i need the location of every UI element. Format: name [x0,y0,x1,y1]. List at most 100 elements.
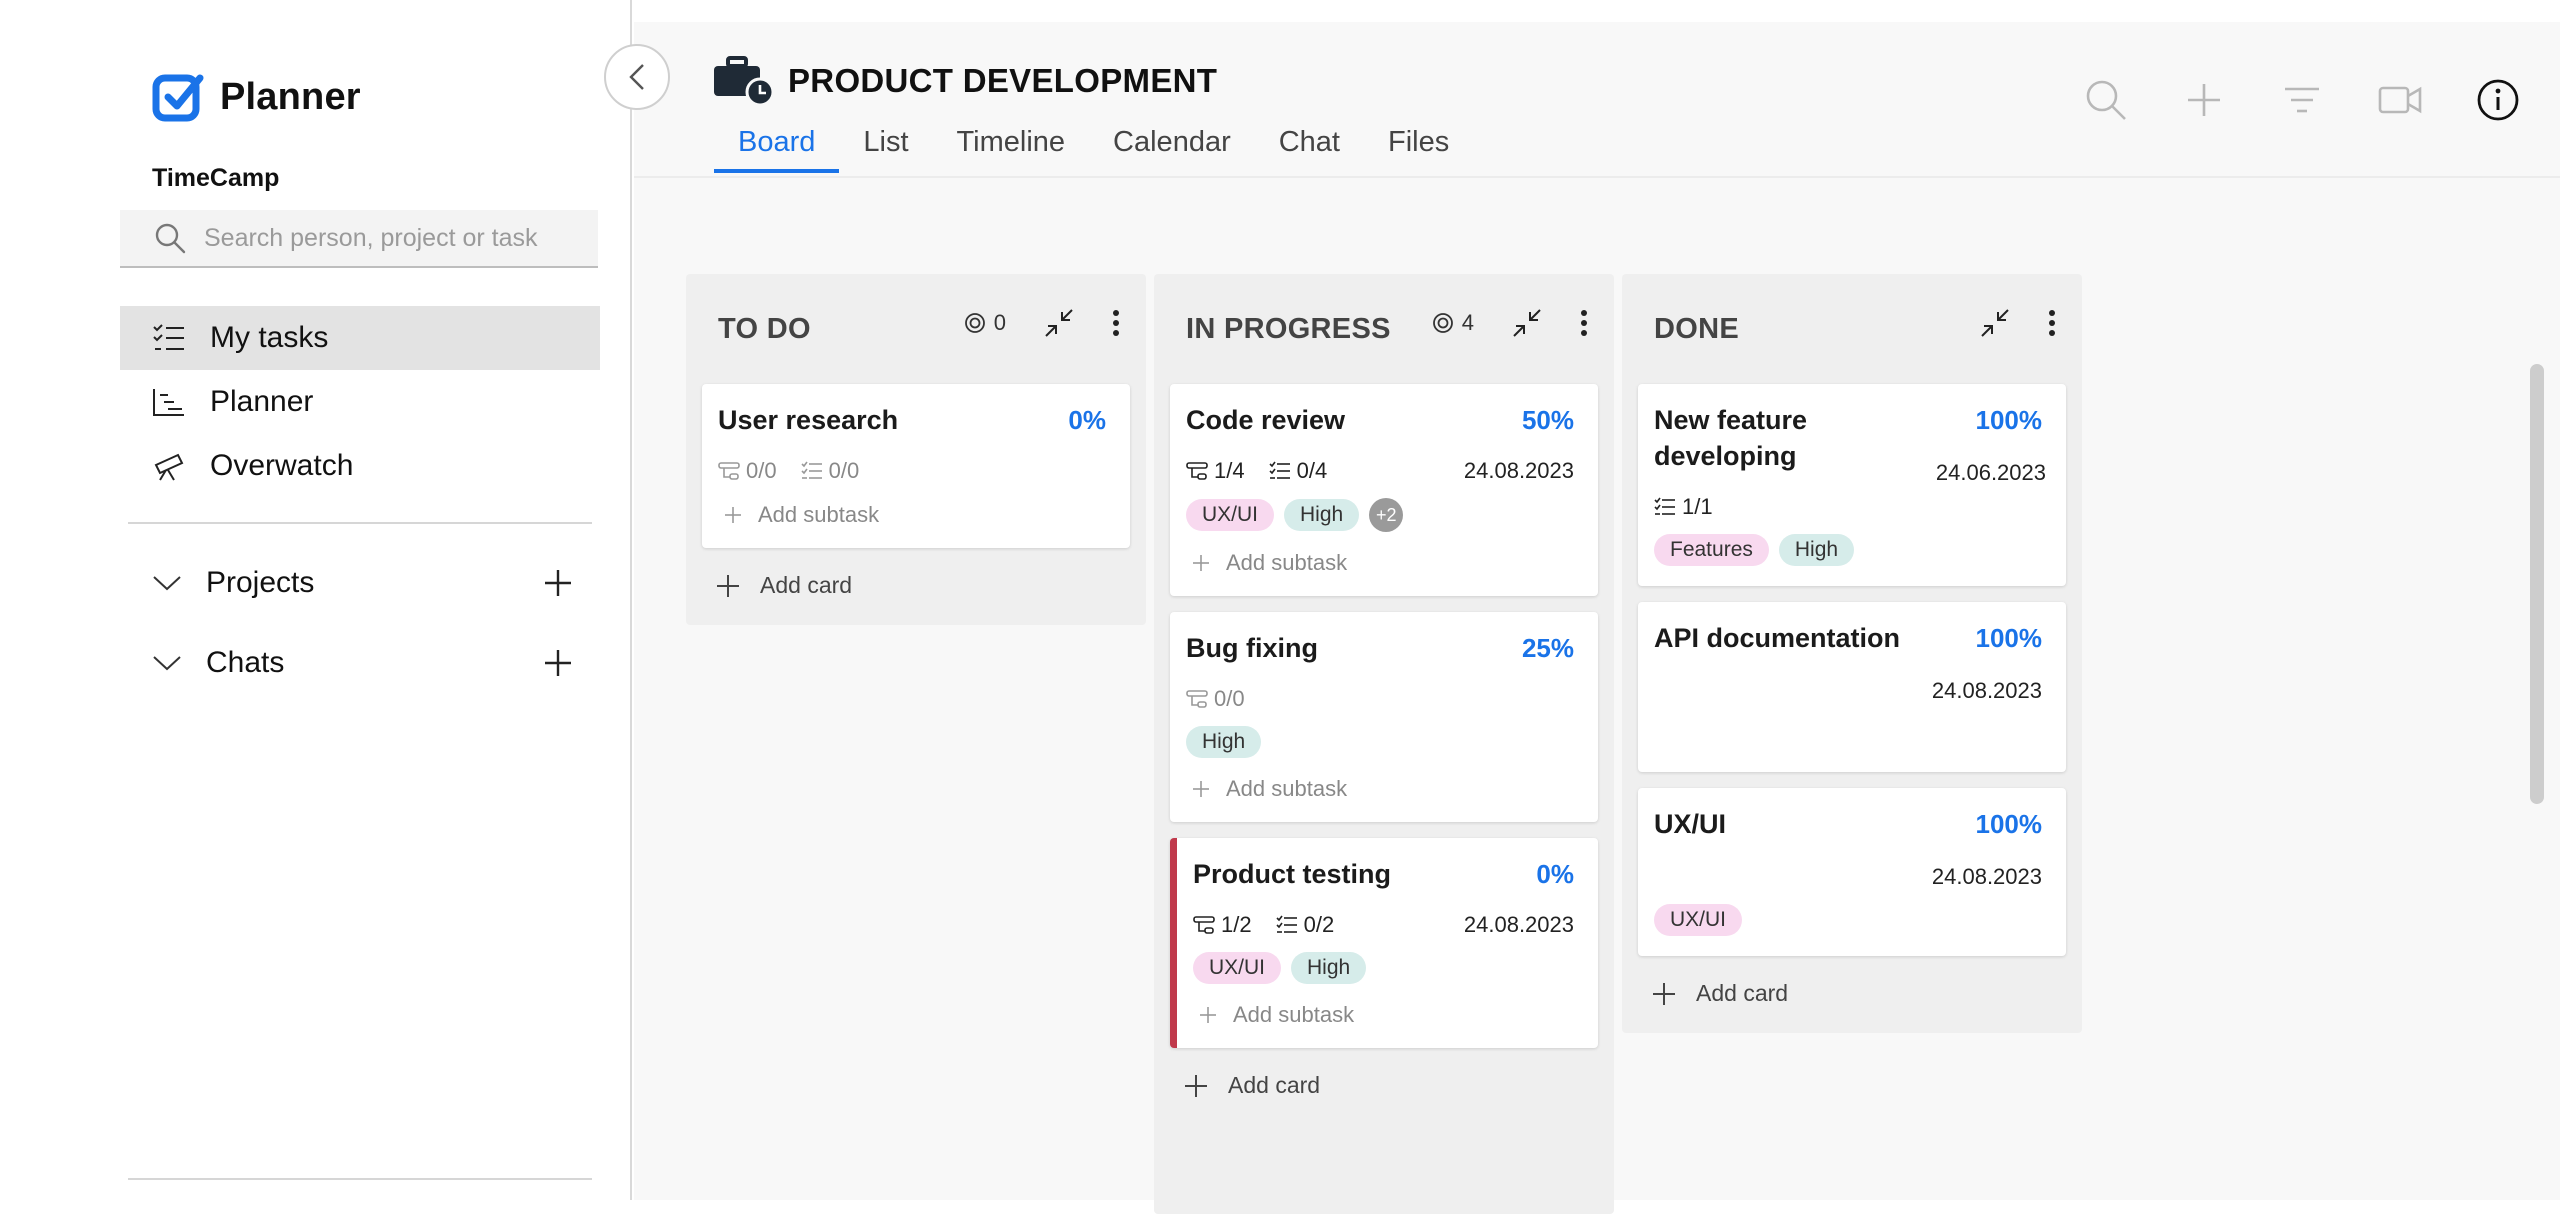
tag-ux-ui: UX/UI [1186,499,1275,531]
column-title: IN PROGRESS [1186,312,1391,345]
checklist-value: 0/0 [828,458,860,483]
plus-icon [1653,982,1675,1005]
filter-button[interactable] [2280,78,2324,122]
column-in-progress: IN PROGRESS 4 Code review 50% 1/4 0/4 24… [1154,274,1614,1214]
more-vertical-icon[interactable] [1112,309,1120,337]
sidebar-item-my-tasks[interactable]: My tasks [120,306,600,370]
checklist-counter: 0/2 [1276,912,1335,938]
sidebar-item-label: Planner [210,385,314,418]
task-card[interactable]: Code review 50% 1/4 0/4 24.08.2023 UX/UI… [1170,384,1598,596]
sidebar-bottom-divider [128,1178,592,1180]
plus-icon [2188,84,2220,116]
search-input[interactable] [204,223,584,253]
add-card-label: Add card [760,572,853,598]
chevron-down-icon[interactable] [152,573,182,593]
project-title-text: PRODUCT DEVELOPMENT [788,62,1218,99]
card-progress: 0% [1536,859,1574,889]
info-button[interactable] [2476,78,2520,122]
add-project-icon[interactable] [544,569,572,597]
search-button[interactable] [2084,78,2128,122]
add-subtask-button[interactable]: Add subtask [1193,1002,1574,1028]
add-card-button[interactable]: Add card [686,564,1146,625]
card-title: UX/UI [1654,809,1727,839]
card-title: Code review [1186,405,1346,435]
subtasks-counter: 1/2 [1193,912,1252,938]
target-icon [964,313,985,333]
tag-list: UX/UI [1654,904,2042,936]
subtasks-icon [1186,462,1208,480]
tab-calendar[interactable]: Calendar [1089,126,1255,173]
tab-list[interactable]: List [839,126,932,173]
card-title: Product testing [1193,859,1392,889]
app-logo[interactable]: Planner [152,70,361,124]
checklist-icon [801,461,822,479]
more-vertical-icon[interactable] [1580,309,1588,337]
tab-timeline[interactable]: Timeline [933,126,1090,173]
sidebar-item-overwatch[interactable]: Overwatch [120,434,600,498]
task-card[interactable]: Bug fixing 25% 0/0 High Add subtask [1170,612,1598,822]
task-card[interactable]: Product testing 0% 1/2 0/2 24.08.2023 UX… [1170,838,1598,1048]
sidebar: Planner TimeCamp My tasks [0,0,632,1200]
add-subtask-label: Add subtask [1226,550,1348,575]
tag-high: High [1778,534,1855,566]
add-subtask-button[interactable]: Add subtask [1186,776,1574,802]
chevron-down-icon[interactable] [152,653,182,673]
add-subtask-button[interactable]: Add subtask [718,502,1106,528]
sidebar-nav: My tasks Planner Overwatch [120,306,600,498]
vertical-scrollbar[interactable] [2530,364,2544,804]
add-subtask-button[interactable]: Add subtask [1186,550,1574,576]
tab-files[interactable]: Files [1364,126,1473,173]
tab-board[interactable]: Board [714,126,840,173]
search-icon [155,223,186,254]
video-icon [2378,86,2422,114]
subtasks-icon [1186,690,1208,708]
plus-icon [1193,781,1209,797]
column-header: IN PROGRESS 4 [1154,274,1614,384]
add-chat-icon[interactable] [544,649,572,677]
sidebar-item-label: Overwatch [210,449,354,482]
workspace-name[interactable]: TimeCamp [152,164,279,193]
collapse-column-icon[interactable] [1512,308,1542,338]
tag-high: High [1284,499,1360,531]
card-progress: 0% [1068,405,1106,435]
task-card[interactable]: API documentation 100% 24.08.2023 [1638,602,2066,772]
tag-high: High [1291,952,1367,984]
card-title: New feature developing [1654,405,1808,471]
chats-section[interactable]: Chats [152,646,572,680]
collapse-column-icon[interactable] [1044,308,1074,338]
checklist-counter: 1/1 [1654,494,1713,520]
card-progress: 100% [1975,809,2043,839]
tag-list: High [1186,726,1574,758]
task-card[interactable]: User research 0% 0/0 0/0 Add subtask [702,384,1130,548]
subtasks-icon [1193,916,1215,934]
due-date: 24.08.2023 [1931,864,2042,889]
task-card[interactable]: New feature developing 100% 24.06.2023 1… [1638,384,2066,586]
checklist-icon [1276,915,1297,933]
collapse-column-icon[interactable] [1980,308,2010,338]
info-icon [2477,79,2519,121]
add-button[interactable] [2182,78,2226,122]
project-title: PRODUCT DEVELOPMENT [712,56,1217,106]
column-header: TO DO 0 [686,274,1146,384]
sidebar-item-planner[interactable]: Planner [120,370,600,434]
main-area: PRODUCT DEVELOPMENT Board List Timeline … [634,0,2560,1214]
more-vertical-icon[interactable] [2048,309,2056,337]
checklist-value: 0/2 [1303,912,1335,937]
add-card-button[interactable]: Add card [1622,972,2082,1033]
card-progress: 25% [1521,633,1574,663]
card-title: User research [718,405,899,435]
tag-ux-ui: UX/UI [1654,904,1743,936]
projects-section[interactable]: Projects [152,566,572,600]
column-todo: TO DO 0 User research 0% 0/0 0/0 Add sub… [686,274,1146,625]
add-card-button[interactable]: Add card [1154,1064,1614,1125]
video-button[interactable] [2378,78,2422,122]
more-tags-badge[interactable]: +2 [1369,498,1404,532]
card-title: Bug fixing [1186,633,1318,663]
task-card[interactable]: UX/UI 100% 24.08.2023 UX/UI [1638,788,2066,956]
projects-label: Projects [206,566,315,599]
tab-chat[interactable]: Chat [1255,126,1364,173]
chevron-left-icon [629,64,644,90]
add-subtask-label: Add subtask [758,502,880,527]
collapse-sidebar-button[interactable] [604,44,670,110]
plus-icon [1185,1074,1207,1097]
